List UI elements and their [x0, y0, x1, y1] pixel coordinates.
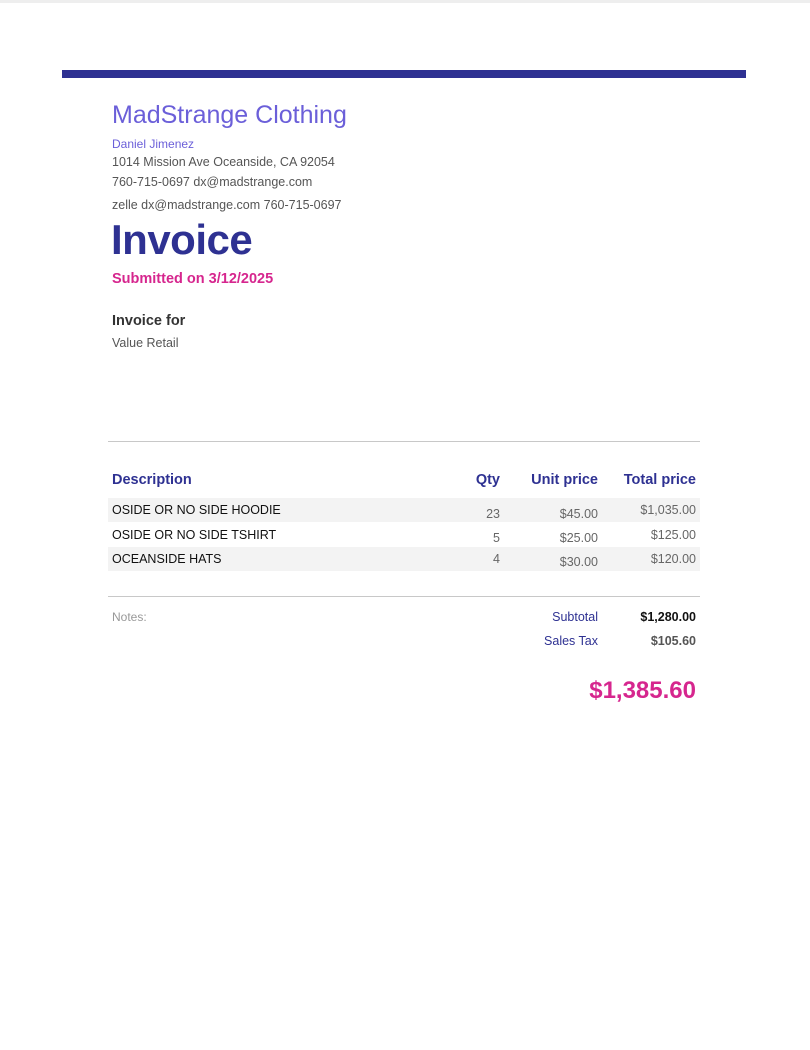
- header-accent-bar: [62, 70, 746, 78]
- header-description: Description: [112, 472, 192, 488]
- row-3-unit-price: $30.00: [559, 555, 598, 569]
- row-1-qty: 23: [486, 507, 500, 521]
- invoice-for-label: Invoice for: [112, 313, 186, 329]
- subtotal-value: $1,280.00: [640, 610, 696, 624]
- subtotal-label: Subtotal: [552, 610, 598, 624]
- row-2-unit-price: $25.00: [559, 531, 598, 545]
- table-top-divider: [108, 441, 700, 442]
- page-top-edge: [0, 0, 810, 3]
- grand-total: $1,385.60: [589, 677, 696, 704]
- header-qty: Qty: [475, 472, 500, 488]
- invoice-for-value: Value Retail: [112, 336, 179, 350]
- summary-divider: [108, 596, 700, 597]
- sales-tax-value: $105.60: [650, 634, 696, 648]
- row-1-total-price: $1,035.00: [640, 503, 696, 517]
- sales-tax-label: Sales Tax: [544, 634, 598, 648]
- submitted-date: Submitted on 3/12/2025: [112, 271, 274, 287]
- invoice-title: Invoice: [111, 216, 253, 263]
- row-3-total-price: $120.00: [650, 552, 696, 566]
- row-3-description: OCEANSIDE HATS: [112, 552, 222, 566]
- row-1-unit-price: $45.00: [559, 507, 598, 521]
- row-2-total-price: $125.00: [650, 528, 696, 542]
- contact-name: Daniel Jimenez: [112, 137, 195, 151]
- company-phone-email: 760-715-0697 dx@madstrange.com: [112, 175, 313, 189]
- header-total-price: Total price: [623, 472, 696, 488]
- payment-info: zelle dx@madstrange.com 760-715-0697: [112, 198, 342, 212]
- company-address: 1014 Mission Ave Oceanside, CA 92054: [112, 155, 335, 169]
- company-name: MadStrange Clothing: [112, 101, 347, 129]
- row-2-qty: 5: [493, 531, 500, 545]
- header-unit-price: Unit price: [531, 472, 598, 488]
- row-3-qty: 4: [493, 552, 500, 566]
- notes-label: Notes:: [112, 610, 147, 624]
- row-1-description: OSIDE OR NO SIDE HOODIE: [112, 503, 281, 517]
- row-2-description: OSIDE OR NO SIDE TSHIRT: [112, 528, 277, 542]
